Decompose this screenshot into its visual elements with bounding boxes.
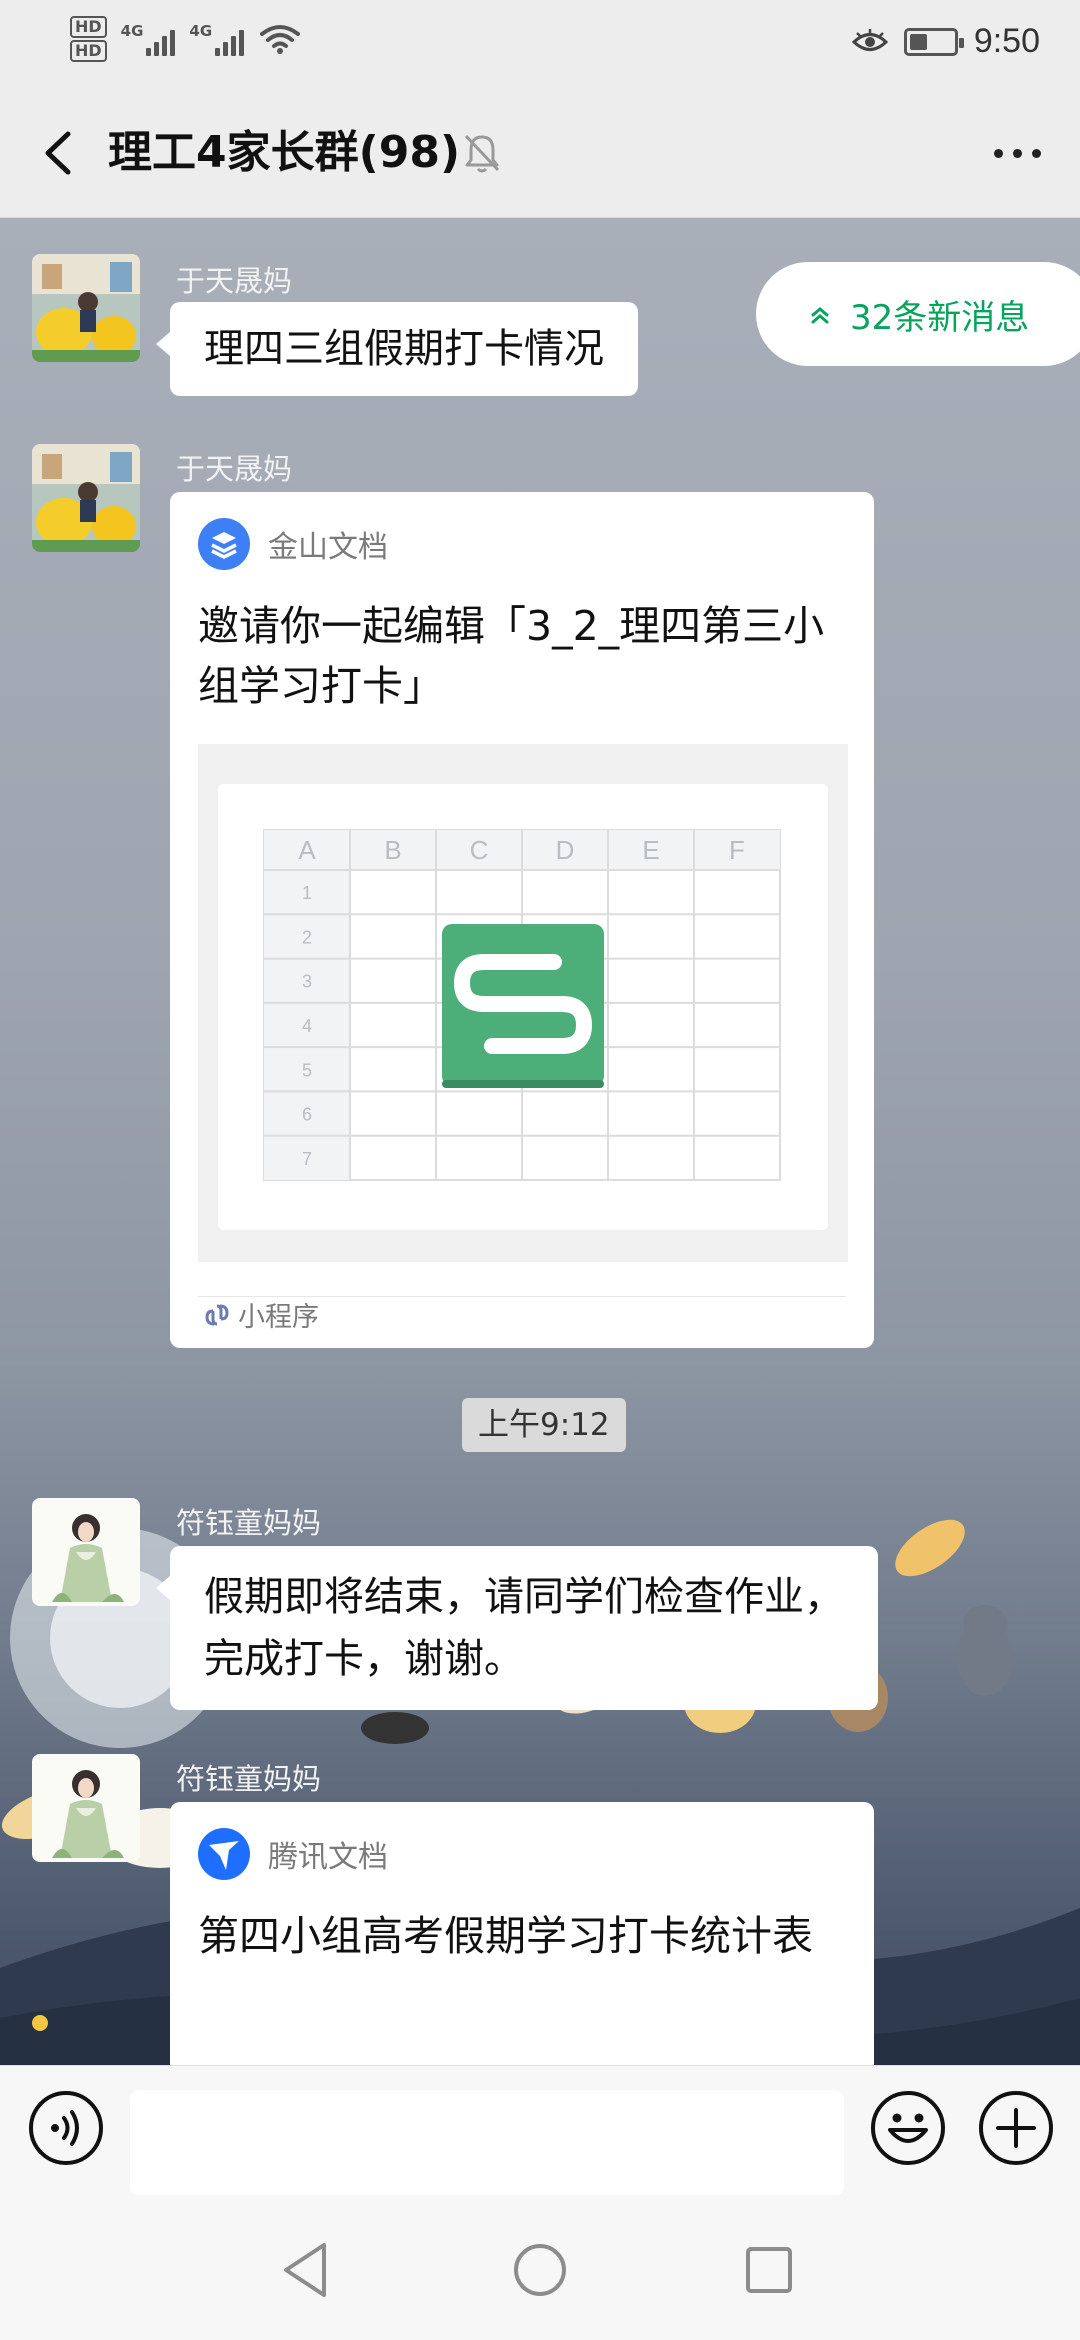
sheet-column-label: E [642,835,659,865]
sender-name: 于天晟妈 [176,452,293,486]
card-header: 金山文档 [198,518,388,570]
chat-messages[interactable]: 32条新消息 于天晟妈 理四三组假期打卡情况 于天晟妈 金山文档 邀请你一起编辑… [0,218,1080,2065]
message-input[interactable] [130,2090,844,2196]
mini-program-card[interactable]: 金山文档 邀请你一起编辑「3_2_理四第三小组学习打卡」 A B C D E F 1 2 3 4… [170,492,874,1348]
sheet-row-label: 2 [302,927,312,947]
card-app-name: 金山文档 [268,530,388,565]
avatar[interactable] [32,254,140,362]
avatar[interactable] [32,1498,140,1606]
hd-indicators: HD HD [70,16,107,62]
nav-back-icon[interactable] [272,2235,342,2305]
avatar[interactable] [32,1754,140,1862]
card-title: 第四小组高考假期学习打卡统计表 [198,1912,813,1960]
spreadsheet-preview: A B C D E F 1 2 3 4 5 6 7 [263,829,781,1181]
signal-icon: 4G [189,22,245,56]
network-type-1: 4G [120,22,144,40]
status-bar: HD HD 4G 4G 9:50 [0,0,1080,90]
new-messages-button[interactable]: 32条新消息 [756,262,1080,366]
message-text: 理四三组假期打卡情况 [204,326,604,372]
status-time: 9:50 [973,22,1040,60]
sheet-row-label: 1 [302,883,312,903]
card-header: 腾讯文档 [198,1828,388,1880]
double-chevron-up-icon [811,307,829,324]
battery-icon [903,27,964,56]
mini-program-card[interactable]: 腾讯文档 第四小组高考假期学习打卡统计表 [170,1802,874,2065]
nav-recents-icon[interactable] [734,2235,804,2305]
signal-icon: 4G [121,22,176,56]
sender-name: 于天晟妈 [176,264,293,298]
time-separator: 上午9:12 [462,1398,626,1452]
sheet-row-label: 6 [302,1105,312,1125]
mini-program-label: 小程序 [204,1295,319,1334]
sheet-column-label: C [470,835,489,865]
mini-program-icon [205,1304,229,1325]
card-app-name: 腾讯文档 [268,1840,388,1875]
chevron-left-icon[interactable] [30,120,90,186]
sheet-column-label: A [298,835,316,865]
bell-off-icon [464,134,500,173]
wifi-icon [260,25,301,54]
tencent-docs-icon [198,1828,250,1880]
emoji-icon[interactable] [870,2090,946,2166]
hd-badge-2: HD [70,40,107,62]
eye-icon [851,28,888,51]
hd-badge-1: HD [70,16,107,38]
chat-header: 理工4家长群(98) [0,90,1080,218]
status-left: HD HD 4G 4G [70,16,301,62]
network-type-2: 4G [189,22,213,40]
kingsoft-docs-icon [198,518,250,570]
avatar[interactable] [32,444,140,552]
system-nav-bar [0,2195,1080,2340]
message-bubble[interactable]: 假期即将结束，请同学们检查作业，完成打卡，谢谢。 [156,1546,878,1710]
sheet-column-label: B [384,835,401,865]
more-dots-icon[interactable] [984,126,1050,180]
new-messages-label: 32条新消息 [850,297,1030,338]
sheet-column-label: D [556,835,575,865]
sheet-row-label: 5 [302,1060,312,1080]
message-text: 假期即将结束，请同学们检查作业，完成打卡，谢谢。 [204,1574,844,1682]
sheet-row-label: 4 [302,1016,312,1036]
card-title: 邀请你一起编辑「3_2_理四第三小组学习打卡」 [198,602,825,710]
voice-icon[interactable] [28,2090,104,2166]
input-bar [0,2065,1080,2196]
sheet-column-label: F [729,835,745,865]
sender-name: 符钰童妈妈 [176,1506,322,1540]
sender-name: 符钰童妈妈 [176,1762,322,1796]
chat-title: 理工4家长群(98) [108,127,461,178]
message-bubble[interactable]: 理四三组假期打卡情况 [156,302,638,396]
sheet-row-label: 3 [302,972,312,992]
card-preview: A B C D E F 1 2 3 4 5 6 7 [198,744,848,1262]
mini-program-text: 小程序 [238,1302,319,1333]
nav-home-icon[interactable] [505,2235,575,2305]
plus-icon[interactable] [978,2090,1054,2166]
sheet-row-label: 7 [302,1149,312,1169]
status-right: 9:50 [851,22,1040,61]
